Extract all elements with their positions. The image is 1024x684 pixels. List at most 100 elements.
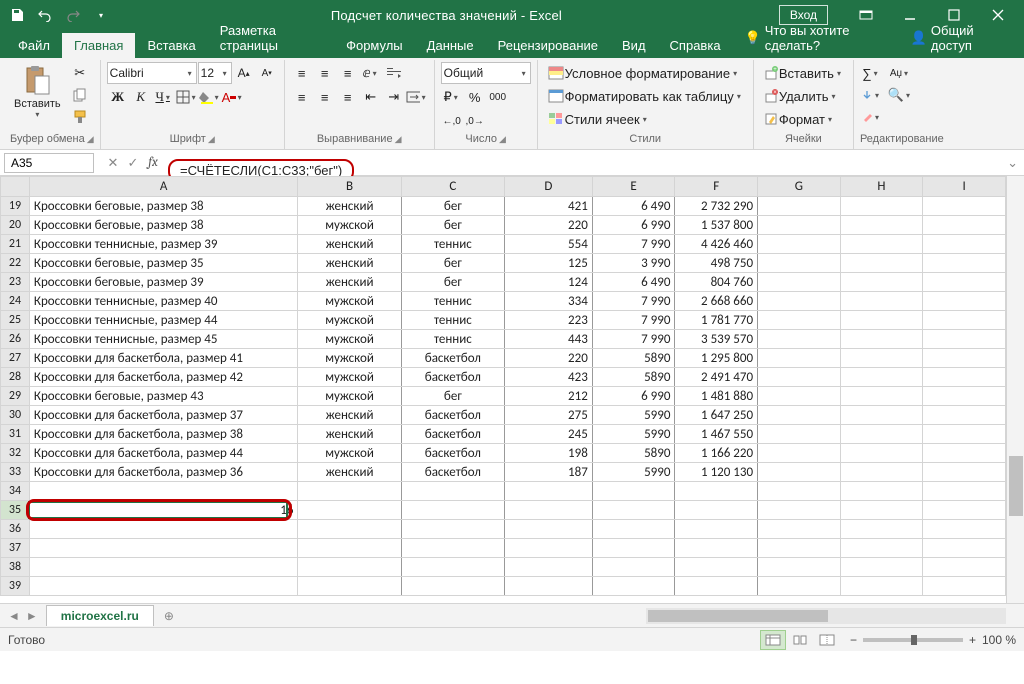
tab-home[interactable]: Главная [62, 33, 135, 58]
insert-cells-button[interactable]: + Вставить ▾ [760, 62, 847, 84]
cell[interactable] [29, 539, 298, 558]
cell[interactable]: 423 [505, 368, 593, 387]
col-header[interactable]: D [505, 177, 593, 197]
cell[interactable] [923, 216, 1006, 235]
row-header[interactable]: 27 [1, 349, 30, 368]
cell[interactable] [840, 235, 923, 254]
tab-view[interactable]: Вид [610, 33, 658, 58]
cell[interactable] [840, 406, 923, 425]
undo-icon[interactable] [32, 2, 58, 28]
col-header[interactable]: C [401, 177, 504, 197]
cell[interactable]: Кроссовки беговые, размер 38 [29, 216, 298, 235]
cell[interactable]: 212 [505, 387, 593, 406]
col-header[interactable]: B [298, 177, 401, 197]
new-sheet-icon[interactable]: ⊕ [154, 609, 184, 623]
cell[interactable] [592, 577, 675, 596]
cell[interactable]: мужской [298, 444, 401, 463]
cell[interactable]: 5890 [592, 444, 675, 463]
col-header[interactable]: I [923, 177, 1006, 197]
tab-insert[interactable]: Вставка [135, 33, 207, 58]
cell[interactable] [505, 520, 593, 539]
cell[interactable]: 275 [505, 406, 593, 425]
cell[interactable] [758, 311, 841, 330]
fx-icon[interactable]: fx [144, 155, 162, 171]
thousands-icon[interactable]: 000 [487, 86, 509, 108]
row-header[interactable]: 38 [1, 558, 30, 577]
cell[interactable]: женский [298, 273, 401, 292]
cell[interactable] [840, 349, 923, 368]
vertical-scrollbar[interactable] [1006, 176, 1024, 603]
tell-me[interactable]: 💡Что вы хотите сделать? [733, 18, 899, 58]
cell[interactable] [675, 501, 758, 520]
cell[interactable]: бег [401, 387, 504, 406]
cell[interactable]: 7 990 [592, 235, 675, 254]
cell[interactable]: женский [298, 254, 401, 273]
name-box[interactable] [4, 153, 94, 173]
cell[interactable] [840, 216, 923, 235]
cell[interactable]: Кроссовки для баскетбола, размер 41 [29, 349, 298, 368]
cell[interactable] [758, 330, 841, 349]
cell[interactable]: 1 120 130 [675, 463, 758, 482]
cell[interactable]: 443 [505, 330, 593, 349]
cell[interactable] [592, 558, 675, 577]
cell[interactable]: женский [298, 406, 401, 425]
cell[interactable] [401, 501, 504, 520]
row-header[interactable]: 35 [1, 501, 30, 520]
cell[interactable] [401, 520, 504, 539]
cell[interactable] [923, 501, 1006, 520]
cell[interactable] [923, 197, 1006, 216]
cell[interactable]: мужской [298, 292, 401, 311]
cell[interactable] [758, 444, 841, 463]
cell[interactable]: мужской [298, 349, 401, 368]
cell[interactable] [840, 368, 923, 387]
cell[interactable]: 1 166 220 [675, 444, 758, 463]
cell[interactable] [923, 311, 1006, 330]
cell[interactable]: 220 [505, 216, 593, 235]
cell[interactable] [298, 539, 401, 558]
zoom-in-icon[interactable]: + [969, 633, 976, 647]
cell[interactable] [298, 520, 401, 539]
cell[interactable] [505, 539, 593, 558]
cell[interactable] [840, 311, 923, 330]
cell[interactable] [758, 254, 841, 273]
save-icon[interactable] [4, 2, 30, 28]
view-normal-icon[interactable] [760, 630, 786, 650]
cell[interactable]: 5990 [592, 406, 675, 425]
delete-cells-button[interactable]: × Удалить ▾ [760, 85, 842, 107]
cell[interactable]: Кроссовки для баскетбола, размер 38 [29, 425, 298, 444]
fill-icon[interactable]: ▾ [860, 84, 882, 106]
row-header[interactable]: 33 [1, 463, 30, 482]
cell[interactable] [675, 577, 758, 596]
cell[interactable]: 125 [505, 254, 593, 273]
cell[interactable] [298, 577, 401, 596]
cell[interactable]: бег [401, 273, 504, 292]
cell[interactable] [29, 520, 298, 539]
align-bottom-icon[interactable]: ≡ [337, 62, 359, 84]
cell[interactable] [675, 539, 758, 558]
cell[interactable] [758, 501, 841, 520]
cell[interactable] [923, 406, 1006, 425]
cell[interactable] [923, 577, 1006, 596]
cell[interactable]: 421 [505, 197, 593, 216]
cell[interactable]: 223 [505, 311, 593, 330]
cell[interactable] [298, 558, 401, 577]
align-top-icon[interactable]: ≡ [291, 62, 313, 84]
cell[interactable] [592, 482, 675, 501]
cell[interactable] [923, 539, 1006, 558]
cell[interactable]: 6 490 [592, 197, 675, 216]
select-all-corner[interactable] [1, 177, 30, 197]
sort-filter-icon[interactable]: Аџ▾ [886, 62, 914, 84]
sheet-tab[interactable]: microexcel.ru [46, 605, 154, 626]
cell[interactable]: мужской [298, 368, 401, 387]
cell[interactable]: Кроссовки беговые, размер 38 [29, 197, 298, 216]
cell[interactable] [840, 292, 923, 311]
cell[interactable]: теннис [401, 292, 504, 311]
cell[interactable] [758, 197, 841, 216]
cell[interactable]: 7 990 [592, 330, 675, 349]
cell[interactable] [923, 444, 1006, 463]
cell[interactable]: 1 295 800 [675, 349, 758, 368]
font-name-select[interactable]: Calibri▾ [107, 62, 197, 84]
cell[interactable]: 5990 [592, 425, 675, 444]
cell[interactable]: Кроссовки беговые, размер 35 [29, 254, 298, 273]
cell[interactable] [758, 482, 841, 501]
